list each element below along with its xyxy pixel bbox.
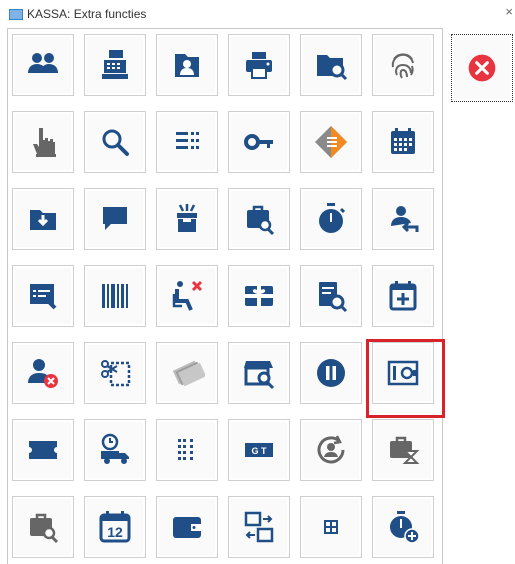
key-button[interactable]: [228, 111, 290, 173]
gt-label-icon: G T: [245, 443, 273, 457]
cash-register-icon: [102, 50, 128, 79]
folder-search-icon: [317, 55, 348, 81]
cards-stack-icon: [172, 360, 205, 387]
user-return-button[interactable]: [372, 188, 434, 250]
ticket-icon: [29, 441, 57, 459]
pause-button[interactable]: [300, 342, 362, 404]
delivery-truck-clock-icon: [101, 433, 129, 464]
form-edit-icon: [30, 284, 57, 310]
chat-button[interactable]: [84, 188, 146, 250]
diamond-arrows-icon: [315, 126, 347, 158]
gt-label-text: G T: [252, 446, 268, 456]
printer-icon: [246, 52, 272, 79]
calendar-day-text: 12: [107, 524, 123, 540]
cut-voucher-icon: [101, 360, 131, 387]
cards-stack-button[interactable]: [156, 342, 218, 404]
users-button[interactable]: [12, 34, 74, 96]
bag-search-gray-icon: [30, 513, 59, 544]
user-refresh-icon: [317, 435, 345, 464]
calendar-grid-icon: [391, 128, 415, 154]
small-table-icon: [324, 520, 338, 534]
form-edit-button[interactable]: [12, 265, 74, 327]
contact-card-icon: [175, 54, 199, 77]
cut-voucher-button[interactable]: [84, 342, 146, 404]
transfer-screens-button[interactable]: [228, 496, 290, 558]
list-button[interactable]: [156, 111, 218, 173]
folder-download-icon: [30, 210, 56, 230]
bag-search-icon: [247, 205, 275, 236]
diamond-arrows-button[interactable]: [300, 111, 362, 173]
small-table-button[interactable]: [300, 496, 362, 558]
user-remove-icon: [28, 359, 58, 388]
window-app-icon: [9, 9, 23, 20]
calendar-button[interactable]: [372, 111, 434, 173]
bag-search-button[interactable]: [228, 188, 290, 250]
list-icon: [176, 132, 199, 149]
gift-card-icon: [245, 286, 273, 306]
gift-box-icon: [177, 204, 197, 232]
window-close-button[interactable]: ×: [505, 5, 513, 19]
seat-cancel-button[interactable]: [156, 265, 218, 327]
close-circle-icon: [468, 54, 496, 82]
list-dotted-icon: [178, 439, 193, 460]
store-search-button[interactable]: [228, 342, 290, 404]
user-return-icon: [391, 206, 419, 233]
users-icon: [28, 53, 58, 73]
chat-bubble-icon: [103, 207, 127, 230]
stopwatch-button[interactable]: [300, 188, 362, 250]
contact-card-button[interactable]: [156, 34, 218, 96]
timer-add-icon: [390, 511, 420, 544]
bag-hourglass-button[interactable]: [372, 419, 434, 481]
print-button[interactable]: [228, 34, 290, 96]
document-search-button[interactable]: [300, 265, 362, 327]
delivery-truck-clock-button[interactable]: [84, 419, 146, 481]
barcode-button[interactable]: [84, 265, 146, 327]
cash-register-button[interactable]: [84, 34, 146, 96]
selected-tile-highlight: [366, 339, 445, 418]
wallet-button[interactable]: [156, 496, 218, 558]
bag-hourglass-icon: [390, 436, 420, 464]
user-refresh-button[interactable]: [300, 419, 362, 481]
calendar-12-icon: 12: [99, 511, 131, 543]
document-search-icon: [319, 282, 348, 313]
timer-add-button[interactable]: [372, 496, 434, 558]
pointer-hand-button[interactable]: [12, 111, 74, 173]
folder-download-button[interactable]: [12, 188, 74, 250]
calendar-add-button[interactable]: [372, 265, 434, 327]
pointer-hand-icon: [33, 128, 56, 157]
calendar-12-button[interactable]: 12: [84, 496, 146, 558]
gt-label-button[interactable]: G T: [228, 419, 290, 481]
user-remove-button[interactable]: [12, 342, 74, 404]
bag-search-gray-button[interactable]: [12, 496, 74, 558]
gift-card-button[interactable]: [228, 265, 290, 327]
fingerprint-button[interactable]: [372, 34, 434, 96]
calendar-add-icon: [389, 281, 417, 311]
ticket-button[interactable]: [12, 419, 74, 481]
folder-search-button[interactable]: [300, 34, 362, 96]
search-icon: [102, 129, 129, 156]
stopwatch-icon: [319, 203, 346, 233]
search-button[interactable]: [84, 111, 146, 173]
barcode-icon: [102, 284, 128, 308]
wallet-icon: [173, 517, 201, 538]
title-bar: KASSA: Extra functies ×: [0, 0, 515, 28]
transfer-screens-icon: [244, 511, 274, 543]
window-title: KASSA: Extra functies: [27, 7, 147, 21]
gift-box-button[interactable]: [156, 188, 218, 250]
pause-icon: [317, 359, 345, 387]
list-dotted-button[interactable]: [156, 419, 218, 481]
store-search-icon: [244, 361, 275, 390]
close-button[interactable]: [451, 34, 513, 102]
seat-cancel-icon: [172, 280, 203, 311]
fingerprint-icon: [391, 53, 414, 79]
key-icon: [244, 134, 273, 150]
